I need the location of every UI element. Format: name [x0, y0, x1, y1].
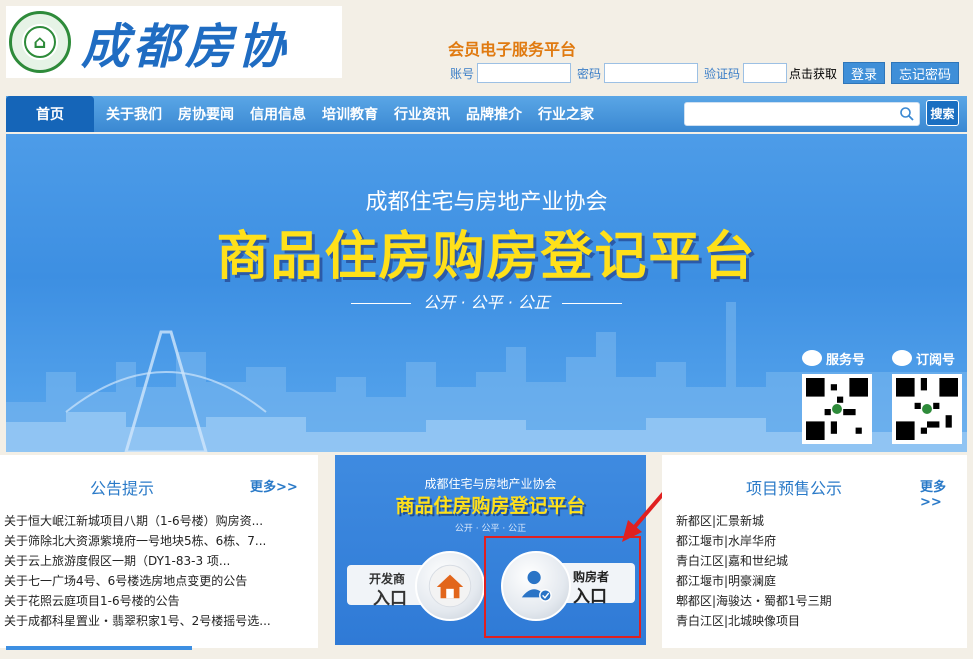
buyer-entry-highlight: [484, 536, 641, 638]
list-item[interactable]: 关于成都科星置业・翡翠积家1号、2号楼摇号选...: [4, 611, 310, 631]
qr-service: 服务号: [802, 348, 874, 444]
login-form: 账号 密码 验证码 点击获取 登录 忘记密码: [450, 62, 965, 84]
list-item[interactable]: 都江堰市|水岸华府: [676, 531, 952, 551]
wechat-icon: [892, 350, 912, 366]
list-item[interactable]: 关于云上旅游度假区一期（DY1-83-3 项...: [4, 551, 310, 571]
notice-more-link[interactable]: 更多>>: [250, 476, 298, 495]
list-item[interactable]: 青白江区|北城映像项目: [676, 611, 952, 631]
page: ⌂ 成都房协 会员电子服务平台 账号 密码 验证码 点击获取 登录 忘记密码 首…: [0, 0, 973, 659]
qr-subscribe-label: 订阅号: [916, 352, 956, 368]
banner-slogan: 公开 · 公平 · 公正: [6, 289, 967, 313]
hero-banner[interactable]: 成都住宅与房地产业协会 商品住房购房登记平台 公开 · 公平 · 公正 服务号 …: [6, 134, 967, 452]
qr-code-icon: [892, 374, 962, 444]
notice-list: 关于恒大岷江新城项目八期（1-6号楼）购房资... 关于筛除北大资源紫境府一号地…: [0, 511, 310, 631]
list-item[interactable]: 关于筛除北大资源紫境府一号地块5栋、6栋、7...: [4, 531, 310, 551]
list-item[interactable]: 郫都区|海骏达・蜀都1号三期: [676, 591, 952, 611]
nav-item-credit[interactable]: 信用信息: [250, 104, 306, 124]
account-input[interactable]: [477, 63, 572, 83]
nav-item-home[interactable]: 首页: [6, 96, 94, 132]
notice-panel-title: 公告提示: [90, 479, 155, 498]
search-input[interactable]: [684, 102, 920, 126]
login-button[interactable]: 登录: [843, 62, 886, 84]
password-label: 密码: [577, 66, 602, 81]
captcha-label: 验证码: [704, 66, 741, 81]
list-item[interactable]: 都江堰市|明豪澜庭: [676, 571, 952, 591]
presale-list: 新都区|汇景新城 都江堰市|水岸华府 青白江区|嘉和世纪城 都江堰市|明豪澜庭 …: [662, 511, 952, 631]
captcha-input[interactable]: [743, 63, 788, 83]
nav-item-brand[interactable]: 品牌推介: [466, 104, 522, 124]
presale-more-link[interactable]: 更多>>: [920, 476, 967, 510]
site-logo[interactable]: ⌂ 成都房协: [6, 6, 342, 78]
wechat-icon: [802, 350, 822, 366]
presale-panel-title: 项目预售公示: [746, 479, 843, 498]
list-item[interactable]: 关于花照云庭项目1-6号楼的公告: [4, 591, 310, 611]
house-icon: [428, 564, 472, 608]
qr-service-label: 服务号: [826, 352, 866, 368]
list-item[interactable]: 关于恒大岷江新城项目八期（1-6号楼）购房资...: [4, 511, 310, 531]
qr-subscribe: 订阅号: [892, 348, 964, 444]
search-button[interactable]: 搜索: [926, 100, 959, 126]
nav-item-about[interactable]: 关于我们: [106, 104, 162, 124]
nav-item-training[interactable]: 培训教育: [322, 104, 378, 124]
platform-title: 会员电子服务平台: [448, 40, 577, 59]
main-nav: 首页 关于我们 房协要闻 信用信息 培训教育 行业资讯 品牌推介 行业之家 搜索: [6, 96, 967, 132]
search-icon[interactable]: [899, 106, 915, 122]
association-seal-icon: ⌂: [9, 11, 71, 73]
captcha-get-link[interactable]: 点击获取: [789, 65, 837, 82]
banner-title: 商品住房购房登记平台: [216, 227, 757, 287]
forgot-password-button[interactable]: 忘记密码: [891, 62, 960, 84]
account-label: 账号: [450, 66, 475, 81]
nav-item-industry-home[interactable]: 行业之家: [538, 104, 594, 124]
qr-code-icon: [802, 374, 872, 444]
presale-panel: 项目预售公示 更多>> 新都区|汇景新城 都江堰市|水岸华府 青白江区|嘉和世纪…: [662, 455, 967, 648]
list-item[interactable]: 青白江区|嘉和世纪城: [676, 551, 952, 571]
list-item[interactable]: 新都区|汇景新城: [676, 511, 952, 531]
logo-text: 成都房协: [81, 19, 290, 75]
password-input[interactable]: [604, 63, 699, 83]
panel-divider: [6, 646, 192, 650]
nav-item-news[interactable]: 房协要闻: [178, 104, 234, 124]
banner-org-name: 成都住宅与房地产业协会: [365, 190, 608, 215]
nav-item-industry-info[interactable]: 行业资讯: [394, 104, 450, 124]
developer-entry-circle[interactable]: [415, 551, 485, 621]
notice-panel: 公告提示 更多>> 关于恒大岷江新城项目八期（1-6号楼）购房资... 关于筛除…: [0, 455, 318, 648]
list-item[interactable]: 关于七一广场4号、6号楼选房地点变更的公告: [4, 571, 310, 591]
